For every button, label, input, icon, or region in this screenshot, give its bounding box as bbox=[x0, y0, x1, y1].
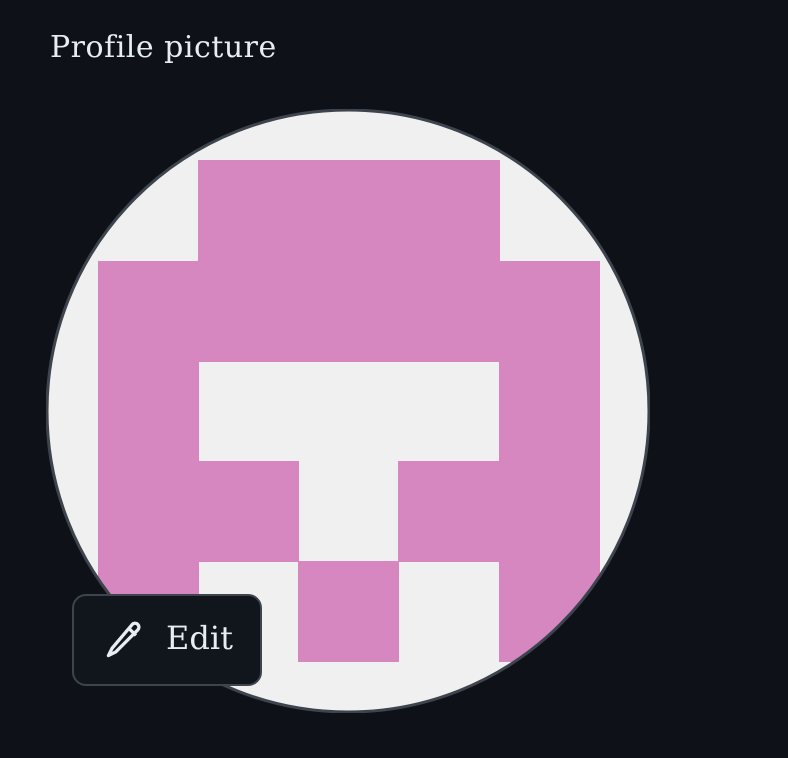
page-title: Profile picture bbox=[50, 30, 277, 65]
pencil-icon bbox=[106, 621, 141, 658]
edit-button-label: Edit bbox=[166, 619, 233, 657]
edit-button[interactable]: Edit bbox=[72, 594, 262, 686]
